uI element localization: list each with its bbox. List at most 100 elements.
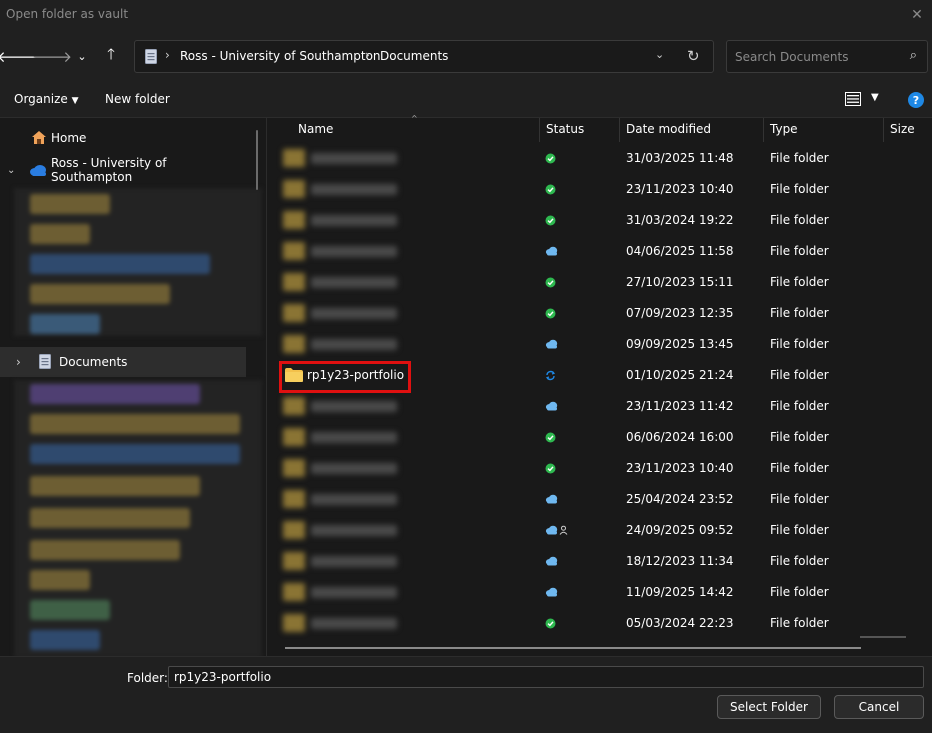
column-header-size[interactable]: Size xyxy=(890,118,915,140)
cancel-button[interactable]: Cancel xyxy=(834,695,924,719)
table-row[interactable]: 11/09/2025 14:42 File folder xyxy=(267,577,932,608)
sidebar-item-onedrive[interactable]: ⌄ Ross - University of Southampton xyxy=(0,156,246,184)
redacted-file-name xyxy=(279,517,405,543)
redacted-sidebar-group xyxy=(14,188,262,336)
title-bar: Open folder as vault ✕ xyxy=(0,0,932,30)
view-options-chevron-icon[interactable]: ▼ xyxy=(871,92,879,103)
highlight-box xyxy=(279,361,411,393)
cloud-icon xyxy=(545,587,558,597)
synced-check-icon xyxy=(545,308,556,319)
table-row[interactable]: 23/11/2023 10:40 File folder xyxy=(267,174,932,205)
table-row[interactable]: 18/12/2023 11:34 File folder xyxy=(267,546,932,577)
sidebar-scrollbar[interactable] xyxy=(256,130,258,190)
view-details-icon[interactable] xyxy=(845,92,861,106)
synced-check-icon xyxy=(545,618,556,629)
new-folder-button[interactable]: New folder xyxy=(105,92,170,106)
column-header-name[interactable]: Name xyxy=(298,118,333,140)
breadcrumb-chevron-icon[interactable]: › xyxy=(365,48,370,62)
column-header-type[interactable]: Type xyxy=(770,118,798,140)
redacted-item xyxy=(30,194,110,214)
address-bar[interactable]: › Ross - University of Southampton › Doc… xyxy=(134,40,714,73)
redacted-item xyxy=(30,384,200,404)
redacted-text xyxy=(311,494,397,505)
window-title: Open folder as vault xyxy=(6,7,129,21)
table-row[interactable]: 05/03/2024 22:23 File folder xyxy=(267,608,932,639)
dialog-footer: Folder: Select Folder Cancel xyxy=(0,656,932,733)
table-row[interactable]: 23/11/2023 11:42 File folder xyxy=(267,391,932,422)
search-input[interactable] xyxy=(735,48,895,66)
redacted-item xyxy=(30,600,110,620)
select-folder-button[interactable]: Select Folder xyxy=(717,695,821,719)
breadcrumb-documents[interactable]: Documents xyxy=(380,49,448,63)
back-arrow-icon[interactable]: 🡐 xyxy=(0,44,37,68)
file-type: File folder xyxy=(770,585,829,599)
search-box[interactable]: ⌕ xyxy=(726,40,928,73)
table-row[interactable]: 31/03/2025 11:48 File folder xyxy=(267,143,932,174)
synced-check-icon xyxy=(545,184,556,195)
redacted-file-name xyxy=(279,455,405,481)
date-modified: 06/06/2024 16:00 xyxy=(626,430,734,444)
table-row[interactable]: 06/06/2024 16:00 File folder xyxy=(267,422,932,453)
recent-locations-chevron-icon[interactable]: ⌄ xyxy=(70,44,94,68)
column-separator[interactable] xyxy=(883,118,884,142)
date-modified: 09/09/2025 13:45 xyxy=(626,337,734,351)
table-row[interactable]: 31/03/2024 19:22 File folder xyxy=(267,205,932,236)
table-row[interactable]: 07/09/2023 12:35 File folder xyxy=(267,298,932,329)
address-dropdown-chevron-icon[interactable]: ⌄ xyxy=(655,48,664,61)
onedrive-cloud-icon xyxy=(30,165,46,176)
column-separator[interactable] xyxy=(763,118,764,142)
table-row[interactable]: 25/04/2024 23:52 File folder xyxy=(267,484,932,515)
forward-arrow-icon[interactable]: 🡒 xyxy=(32,44,72,68)
synced-check-icon xyxy=(545,277,556,288)
folder-icon xyxy=(283,273,305,291)
folder-icon xyxy=(283,335,305,353)
redacted-file-name xyxy=(279,331,405,357)
redacted-file-name xyxy=(279,207,405,233)
folder-icon xyxy=(283,490,305,508)
file-type: File folder xyxy=(770,523,829,537)
table-row[interactable]: 04/06/2025 11:58 File folder xyxy=(267,236,932,267)
up-arrow-icon[interactable]: 🡑 xyxy=(99,44,123,68)
redacted-text xyxy=(311,246,397,257)
help-icon[interactable]: ? xyxy=(908,92,924,108)
column-separator[interactable] xyxy=(619,118,620,142)
table-row[interactable]: 23/11/2023 10:40 File folder xyxy=(267,453,932,484)
redacted-text xyxy=(311,184,397,195)
synced-check-icon xyxy=(545,153,556,164)
expand-chevron-icon[interactable]: › xyxy=(16,355,21,369)
organize-chevron-icon: ▼ xyxy=(71,96,79,106)
table-row[interactable]: 24/09/2025 09:52 File folder xyxy=(267,515,932,546)
column-separator[interactable] xyxy=(539,118,540,142)
column-header-date-modified[interactable]: Date modified xyxy=(626,118,711,140)
date-modified: 23/11/2023 10:40 xyxy=(626,182,734,196)
column-header-status[interactable]: Status xyxy=(546,118,584,140)
organize-button[interactable]: Organize ▼ xyxy=(14,92,79,106)
file-type: File folder xyxy=(770,213,829,227)
cloud-icon xyxy=(545,246,558,256)
table-row[interactable]: 09/09/2025 13:45 File folder xyxy=(267,329,932,360)
redacted-item xyxy=(30,508,190,528)
redacted-text xyxy=(311,587,397,598)
sidebar-item-documents[interactable]: › Documents xyxy=(0,347,246,377)
close-icon[interactable]: ✕ xyxy=(906,4,928,26)
search-icon[interactable]: ⌕ xyxy=(910,48,917,63)
table-row[interactable]: 27/10/2023 15:11 File folder xyxy=(267,267,932,298)
horizontal-scrollbar[interactable] xyxy=(285,647,861,649)
breadcrumb-chevron-icon[interactable]: › xyxy=(165,48,170,62)
folder-icon xyxy=(283,397,305,415)
folder-icon xyxy=(283,242,305,260)
redacted-text xyxy=(311,277,397,288)
redacted-item xyxy=(30,476,200,496)
folder-name-input[interactable] xyxy=(168,666,924,688)
date-modified: 07/09/2023 12:35 xyxy=(626,306,734,320)
breadcrumb-onedrive[interactable]: Ross - University of Southampton xyxy=(180,49,381,63)
redacted-item xyxy=(30,284,170,304)
date-modified: 23/11/2023 11:42 xyxy=(626,399,734,413)
folder-icon xyxy=(283,583,305,601)
sidebar-item-home[interactable]: Home xyxy=(0,124,246,152)
expand-chevron-icon[interactable]: ⌄ xyxy=(7,165,15,176)
folder-label: Folder: xyxy=(127,671,168,685)
redacted-item xyxy=(30,314,100,334)
redacted-file-name xyxy=(279,548,405,574)
refresh-icon[interactable]: ↻ xyxy=(687,47,700,65)
